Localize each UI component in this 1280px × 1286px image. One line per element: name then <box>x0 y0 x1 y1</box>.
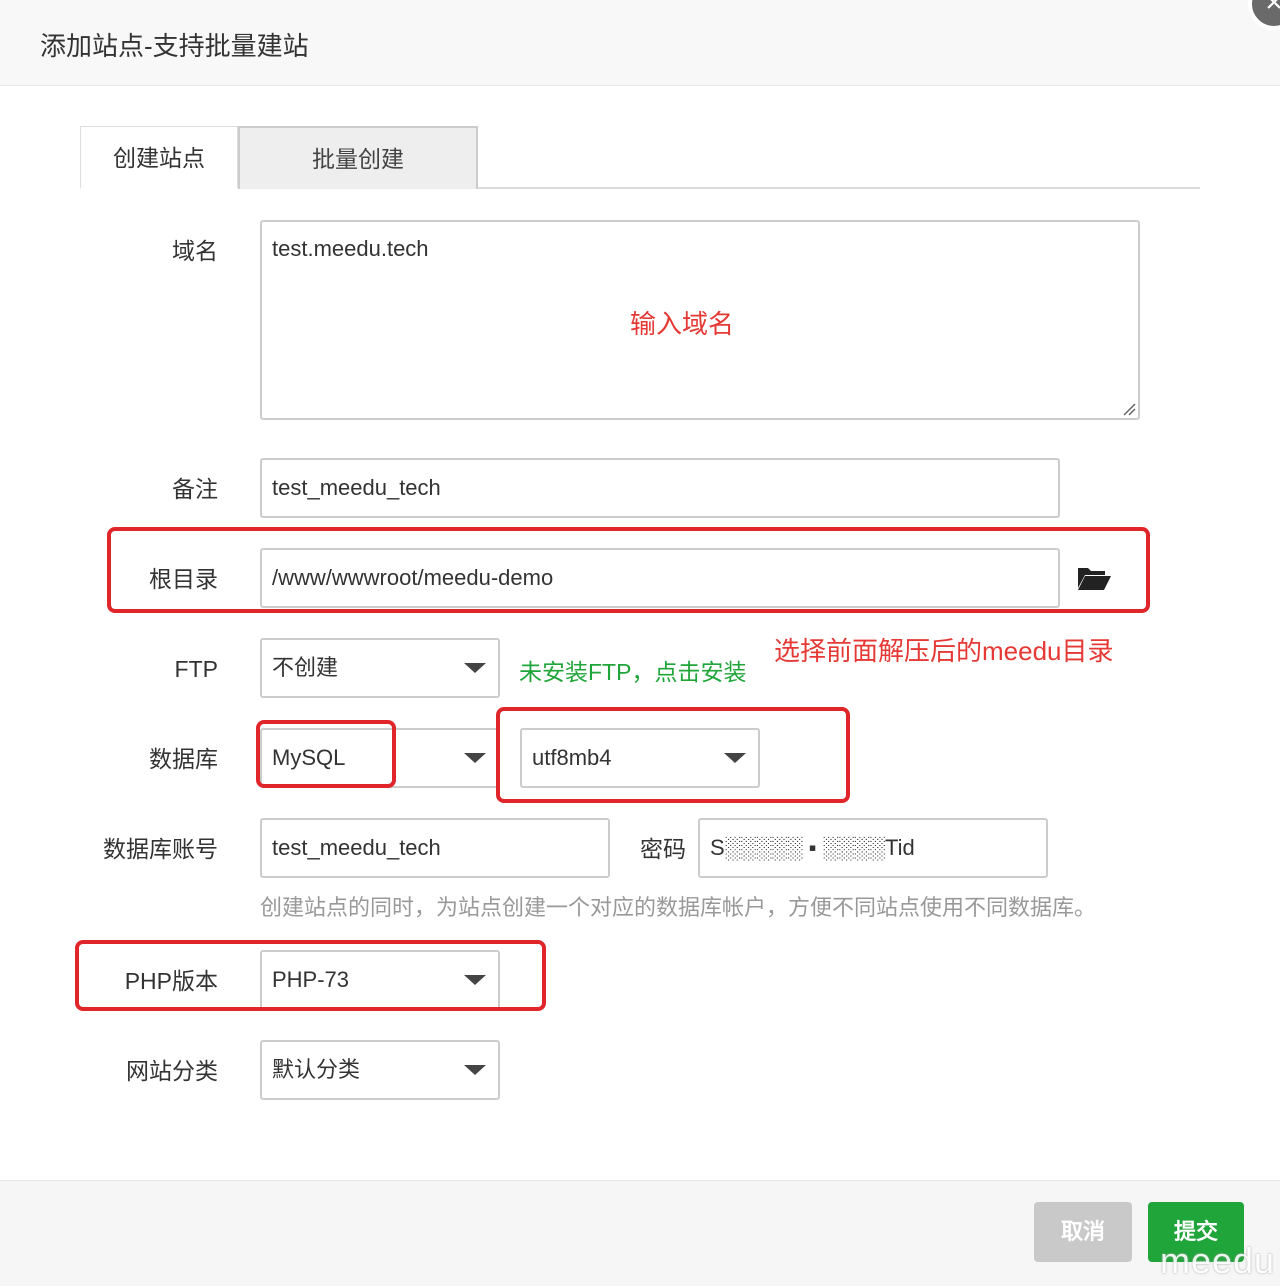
root-annotation: 选择前面解压后的meedu目录 <box>774 636 1114 666</box>
database-label: 数据库 <box>149 746 218 772</box>
watermark: meedu <box>1160 1240 1276 1281</box>
dialog-header: 添加站点-支持批量建站 <box>0 0 1280 86</box>
chevron-down-icon <box>464 753 486 763</box>
chevron-down-icon <box>464 663 486 673</box>
note-label: 备注 <box>172 476 218 502</box>
tab-batch-create[interactable]: 批量创建 <box>238 126 478 189</box>
dialog-title: 添加站点-支持批量建站 <box>40 31 309 61</box>
chevron-down-icon <box>464 1065 486 1075</box>
ftp-select-value: 不创建 <box>272 655 339 680</box>
resize-grip-icon[interactable] <box>1122 402 1136 416</box>
highlight-charset <box>496 707 850 803</box>
highlight-mysql <box>256 720 396 788</box>
highlight-php <box>75 940 546 1011</box>
ftp-select[interactable]: 不创建 <box>260 638 500 698</box>
highlight-root-dir <box>107 527 1150 613</box>
category-label: 网站分类 <box>126 1058 218 1084</box>
category-select[interactable]: 默认分类 <box>260 1040 500 1100</box>
domain-annotation: 输入域名 <box>630 309 735 339</box>
db-help-text: 创建站点的同时，为站点创建一个对应的数据库帐户，方便不同站点使用不同数据库。 <box>260 895 1097 920</box>
install-ftp-link[interactable]: 未安装FTP，点击安装 <box>519 653 746 687</box>
db-password-label: 密码 <box>640 836 686 862</box>
category-value: 默认分类 <box>272 1057 361 1082</box>
tab-bar: 创建站点 批量创建 <box>80 126 1200 189</box>
cancel-button[interactable]: 取消 <box>1034 1202 1132 1262</box>
tab-create-site[interactable]: 创建站点 <box>80 126 238 189</box>
domain-value: test.meedu.tech <box>272 236 429 261</box>
ftp-label: FTP <box>174 656 218 682</box>
domain-label: 域名 <box>172 238 218 264</box>
note-input[interactable]: test_meedu_tech <box>260 458 1060 518</box>
db-password-input[interactable]: S░░░░░ ▪ ░░░░Tid <box>698 818 1048 878</box>
db-account-label: 数据库账号 <box>103 836 218 862</box>
